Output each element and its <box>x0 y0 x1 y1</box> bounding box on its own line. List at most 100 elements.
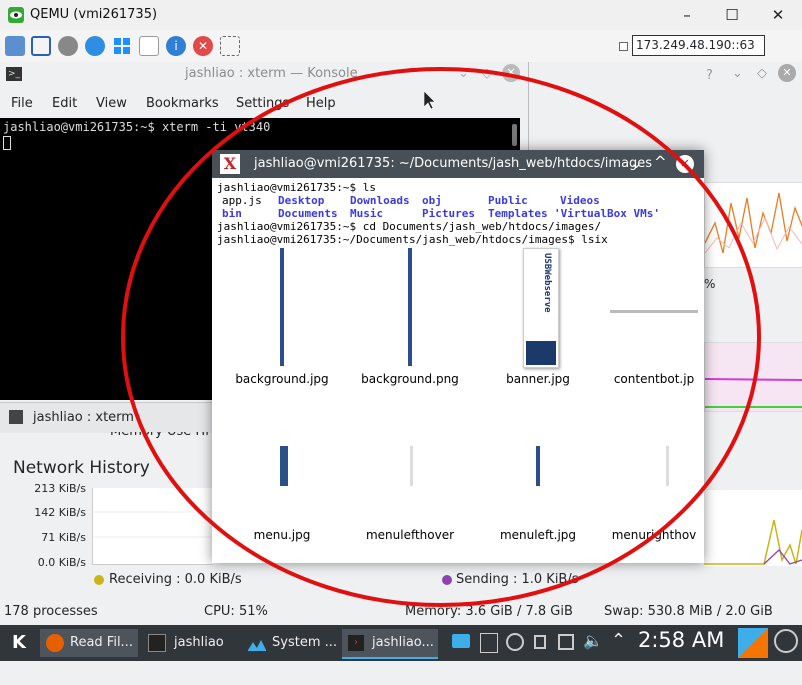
address-field[interactable]: 173.249.48.190::63 <box>632 35 765 56</box>
pager-icon[interactable] <box>774 629 798 653</box>
gear-icon[interactable] <box>58 36 78 56</box>
chevron-up-icon[interactable]: ^ <box>654 153 667 171</box>
task-xterm[interactable]: › jashliao... <box>342 629 438 659</box>
refresh-icon[interactable] <box>85 36 105 56</box>
banner-stripe <box>526 341 556 365</box>
taskbar: K Read Fil... jashliao ... System ... › j… <box>0 625 802 678</box>
ls-entry: Music <box>350 207 384 220</box>
image-thumbnail: USBWebserver 8.0 <box>523 248 559 368</box>
task-firefox[interactable]: Read Fil... <box>40 629 138 657</box>
swap-usage: Swap: 530.8 MiB / 2.0 GiB <box>604 604 773 619</box>
clipboard-icon[interactable] <box>480 633 498 653</box>
ls-entry: app.js <box>222 194 262 207</box>
network-graph-tail <box>704 490 802 566</box>
stop-icon[interactable]: ✕ <box>193 36 213 56</box>
memory-usage: Memory: 3.6 GiB / 7.8 GiB <box>405 604 573 619</box>
menu-bookmarks[interactable]: Bookmarks <box>146 96 219 111</box>
xterm-icon: X <box>220 154 240 174</box>
close-icon[interactable]: ✕ <box>676 155 694 173</box>
windows-icon[interactable] <box>112 36 132 56</box>
thumbnail-label: contentbot.jp <box>613 372 695 386</box>
image-thumbnail <box>280 248 284 366</box>
chevron-down-icon[interactable]: ⌄ <box>458 66 469 81</box>
ls-entry: Desktop <box>278 194 325 207</box>
network-graph-area <box>92 488 213 565</box>
menu-edit[interactable]: Edit <box>52 96 77 111</box>
ls-entry: Videos <box>560 194 600 207</box>
menu-settings[interactable]: Settings <box>236 96 289 111</box>
minimize-button[interactable]: – <box>672 5 702 25</box>
fullscreen-icon[interactable] <box>31 36 51 56</box>
menu-help[interactable]: Help <box>306 96 336 111</box>
chevron-down-icon[interactable]: ⌄ <box>630 154 643 172</box>
thumbnail-label: menurighthov <box>611 528 697 542</box>
banner-text: USBWebserver 8.0 <box>542 253 552 313</box>
qemu-app-icon <box>8 7 24 23</box>
receiving-legend-dot <box>94 575 104 585</box>
xterm-title: jashliao@vmi261735: ~/Documents/jash_web… <box>254 156 653 171</box>
terminal-line: jashliao@vmi261735:~/Documents/jash_web/… <box>217 233 608 246</box>
xterm-titlebar: X jashliao@vmi261735: ~/Documents/jash_w… <box>212 150 704 178</box>
updates-icon[interactable] <box>506 633 524 651</box>
terminal-line: jashliao@vmi261735:~$ cd Documents/jash_… <box>217 220 602 233</box>
device-icon[interactable] <box>558 634 574 650</box>
window-title: QEMU (vmi261735) <box>30 7 158 22</box>
help-icon[interactable]: ? <box>706 68 713 83</box>
task-konsole[interactable]: jashliao ... <box>144 629 240 678</box>
close-button[interactable]: ✕ <box>763 5 793 25</box>
clock[interactable]: 2:58 AM <box>638 628 724 652</box>
terminal-line: jashliao@vmi261735:~$ ls <box>217 181 376 194</box>
menu-file[interactable]: File <box>11 96 33 111</box>
xterm-terminal[interactable]: jashliao@vmi261735:~$ ls app.js Desktop … <box>212 178 704 563</box>
thumbnail-label: background.png <box>361 372 459 386</box>
diamond-icon[interactable]: ◇ <box>482 66 492 81</box>
terminal-icon <box>9 410 23 424</box>
kde-menu-icon[interactable]: K <box>6 630 32 656</box>
sending-legend: Sending : 1.0 KiB/s <box>456 572 579 587</box>
close-icon[interactable]: ✕ <box>502 64 520 82</box>
prompt-line: jashliao@vmi261735:~$ xterm -ti vt340 <box>3 120 271 134</box>
cpu-graph <box>704 182 802 268</box>
image-thumbnail <box>610 310 698 313</box>
menu-view[interactable]: View <box>96 96 127 111</box>
show-desktop-icon[interactable] <box>738 628 768 658</box>
volume-icon[interactable]: 🔈 <box>583 631 603 650</box>
keyboard-icon[interactable] <box>139 36 159 56</box>
machine-icon[interactable] <box>5 36 25 56</box>
terminal-icon: › <box>348 634 364 651</box>
maximize-button[interactable]: ☐ <box>717 5 747 25</box>
thumbnail-label: menuleft.jpg <box>499 528 577 542</box>
ls-entry: bin <box>222 207 242 220</box>
xterm-window: X jashliao@vmi261735: ~/Documents/jash_w… <box>212 150 704 563</box>
y-tick-label: 213 KiB/s <box>34 482 86 495</box>
mouse-pointer <box>423 90 436 113</box>
image-thumbnail <box>666 446 669 486</box>
diamond-icon[interactable]: ◇ <box>757 66 767 81</box>
chevron-up-icon[interactable]: ⌃ <box>611 630 626 651</box>
scrollbar[interactable] <box>512 124 517 146</box>
ls-entry: Templates <box>488 207 548 220</box>
ls-entry: Documents <box>278 207 338 220</box>
terminal-icon <box>148 633 166 652</box>
image-thumbnail <box>280 446 288 486</box>
cpu-usage: CPU: 51% <box>204 604 268 619</box>
memory-history-label: Memory Use Hi <box>110 432 209 439</box>
close-icon[interactable]: ✕ <box>778 64 796 82</box>
checkbox[interactable] <box>619 42 628 51</box>
terminal-icon: >_ <box>6 67 22 81</box>
y-tick-label: 142 KiB/s <box>34 506 86 519</box>
image-thumbnail <box>410 446 413 486</box>
chevron-down-icon[interactable]: ⌄ <box>732 66 743 81</box>
lock-icon[interactable] <box>534 635 546 649</box>
ls-entry: Downloads <box>350 194 410 207</box>
tab-label: jashliao : xterm <box>33 410 134 425</box>
chat-icon[interactable] <box>452 634 470 648</box>
qemu-titlebar: QEMU (vmi261735) – ☐ ✕ <box>0 0 802 31</box>
processes-count: 178 processes <box>4 604 98 619</box>
info-icon[interactable]: i <box>166 36 186 56</box>
statusbar: 178 processes CPU: 51% Memory: 3.6 GiB /… <box>0 600 802 624</box>
disconnect-icon[interactable] <box>220 36 240 56</box>
task-system-monitor[interactable]: System ... <box>244 629 340 657</box>
receiving-legend: Receiving : 0.0 KiB/s <box>109 572 242 587</box>
y-tick-label: 0.0 KiB/s <box>37 556 86 569</box>
